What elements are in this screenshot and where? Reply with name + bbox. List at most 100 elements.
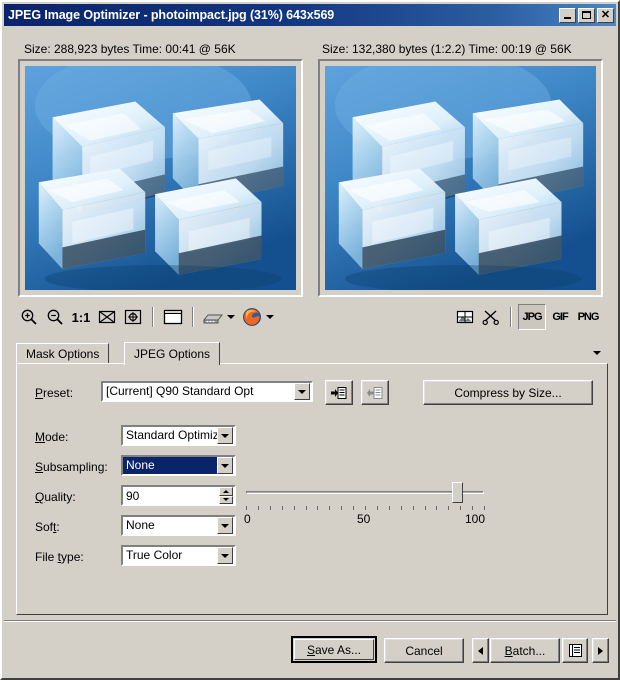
optimized-size-label: Size: 132,380 bytes (1:2.2) Time: 00:19 …	[322, 42, 572, 56]
zoom-to-selection-button[interactable]	[120, 304, 146, 330]
format-toolbar: JPG GIF PNG	[452, 302, 602, 332]
quality-slider[interactable]: 0 50 100	[242, 480, 490, 530]
preset-combo[interactable]: [Current] Q90 Standard Opt	[101, 381, 313, 402]
next-image-button[interactable]	[592, 638, 609, 663]
soft-value: None	[126, 518, 155, 532]
slider-label-mid: 50	[357, 512, 371, 526]
scissors-button[interactable]	[478, 304, 504, 330]
slider-label-min: 0	[244, 512, 251, 526]
optimized-preview-pane[interactable]	[318, 59, 603, 297]
compress-by-size-button[interactable]: Compress by Size...	[423, 380, 593, 405]
batch-label: Batch...	[504, 643, 546, 658]
cancel-label: Cancel	[405, 643, 443, 658]
target-icon	[124, 309, 142, 325]
slider-ticks	[246, 506, 485, 511]
chevron-down-icon	[221, 553, 229, 558]
tab-label-mask: Mask Options	[26, 347, 100, 361]
single-view-button[interactable]	[160, 304, 186, 330]
chevron-down-icon	[221, 463, 229, 468]
quality-spinner[interactable]: 90	[121, 485, 236, 506]
modem-speed-button[interactable]	[200, 304, 226, 330]
original-size-label: Size: 288,923 bytes Time: 00:41 @ 56K	[24, 42, 236, 56]
slider-label-max: 100	[465, 512, 486, 526]
slider-labels: 0 50 100	[242, 512, 490, 528]
chevron-down-icon	[223, 498, 229, 502]
image-slice-button[interactable]	[452, 304, 478, 330]
soft-dropdown-button[interactable]	[217, 517, 233, 534]
filetype-dropdown-button[interactable]	[217, 547, 233, 564]
format-button-png[interactable]: PNG	[574, 304, 602, 330]
add-preset-button[interactable]	[325, 380, 353, 405]
preset-dropdown-button[interactable]	[294, 383, 310, 400]
save-as-inner: Save As...	[294, 639, 374, 660]
save-as-button[interactable]: Save As...	[291, 636, 377, 663]
add-preset-icon	[331, 386, 347, 399]
title-bar[interactable]: JPEG Image Optimizer - photoimpact.jpg (…	[4, 4, 616, 26]
remove-preset-icon	[367, 386, 383, 399]
chevron-down-icon	[298, 389, 306, 394]
batch-list-icon	[568, 644, 582, 657]
remove-preset-button[interactable]	[361, 380, 389, 405]
slider-track[interactable]	[246, 491, 484, 494]
window-title: JPEG Image Optimizer - photoimpact.jpg (…	[8, 8, 335, 22]
format-button-gif[interactable]: GIF	[546, 304, 574, 330]
tab-jpeg-options[interactable]: JPEG Options	[124, 342, 221, 365]
batch-button[interactable]: Batch...	[490, 638, 560, 663]
previous-image-button[interactable]	[472, 638, 489, 663]
maximize-button[interactable]	[578, 7, 595, 23]
format-label-gif: GIF	[552, 311, 568, 323]
batch-list-button[interactable]	[562, 638, 588, 663]
subsampling-dropdown-button[interactable]	[217, 457, 233, 474]
scissors-icon	[482, 310, 499, 325]
actual-size-label: 1:1	[71, 309, 91, 325]
tab-label-jpeg: JPEG Options	[134, 347, 211, 361]
preset-label: Preset:	[35, 386, 74, 400]
toolbar-separator-2	[192, 307, 194, 327]
quality-increment-button[interactable]	[219, 487, 233, 496]
image-slice-icon	[456, 310, 474, 324]
quality-decrement-button[interactable]	[219, 495, 233, 504]
quality-stepper[interactable]	[219, 487, 233, 504]
original-preview-pane[interactable]	[18, 59, 303, 297]
format-label-jpg: JPG	[522, 311, 542, 323]
zoom-in-icon	[21, 309, 37, 325]
modem-icon	[202, 314, 224, 324]
arrow-right-icon	[598, 646, 603, 655]
chevron-down-icon	[593, 351, 601, 355]
fit-window-button[interactable]	[94, 304, 120, 330]
format-label-png: PNG	[577, 311, 600, 323]
filetype-value: True Color	[126, 548, 183, 562]
ice-cubes-illustration-optimized	[325, 66, 596, 290]
zoom-out-icon	[47, 309, 63, 325]
maximize-icon	[582, 11, 591, 19]
preset-value: [Current] Q90 Standard Opt	[106, 384, 254, 398]
ice-cubes-illustration	[25, 66, 296, 290]
quality-value[interactable]: 90	[123, 489, 219, 503]
minimize-button[interactable]	[559, 7, 576, 23]
slider-thumb[interactable]	[452, 482, 463, 503]
zoom-out-button[interactable]	[42, 304, 68, 330]
view-toolbar: 1:1	[16, 302, 278, 332]
zoom-in-button[interactable]	[16, 304, 42, 330]
mode-combo[interactable]: Standard Optimized	[121, 425, 236, 446]
close-button[interactable]: ✕	[597, 7, 614, 23]
window-icon	[163, 309, 183, 325]
soft-label: Soft:	[35, 520, 60, 534]
mode-dropdown-button[interactable]	[217, 427, 233, 444]
soft-combo[interactable]: None	[121, 515, 236, 536]
original-preview-image	[25, 66, 296, 290]
modem-dropdown-arrow[interactable]	[227, 315, 235, 319]
toolbar-separator-1	[152, 307, 154, 327]
actual-size-button[interactable]: 1:1	[68, 304, 94, 330]
tab-strip: Mask Options JPEG Options	[16, 342, 608, 365]
filetype-combo[interactable]: True Color	[121, 545, 236, 566]
browser-preview-button[interactable]	[239, 304, 265, 330]
cancel-button[interactable]: Cancel	[384, 638, 464, 663]
tab-overflow-button[interactable]	[590, 346, 604, 360]
close-icon: ✕	[600, 8, 611, 21]
format-button-jpg[interactable]: JPG	[518, 304, 546, 330]
browser-dropdown-arrow[interactable]	[266, 315, 274, 319]
subsampling-combo[interactable]: None	[121, 455, 236, 476]
tab-mask-options[interactable]: Mask Options	[16, 343, 110, 364]
subsampling-value: None	[123, 457, 217, 474]
